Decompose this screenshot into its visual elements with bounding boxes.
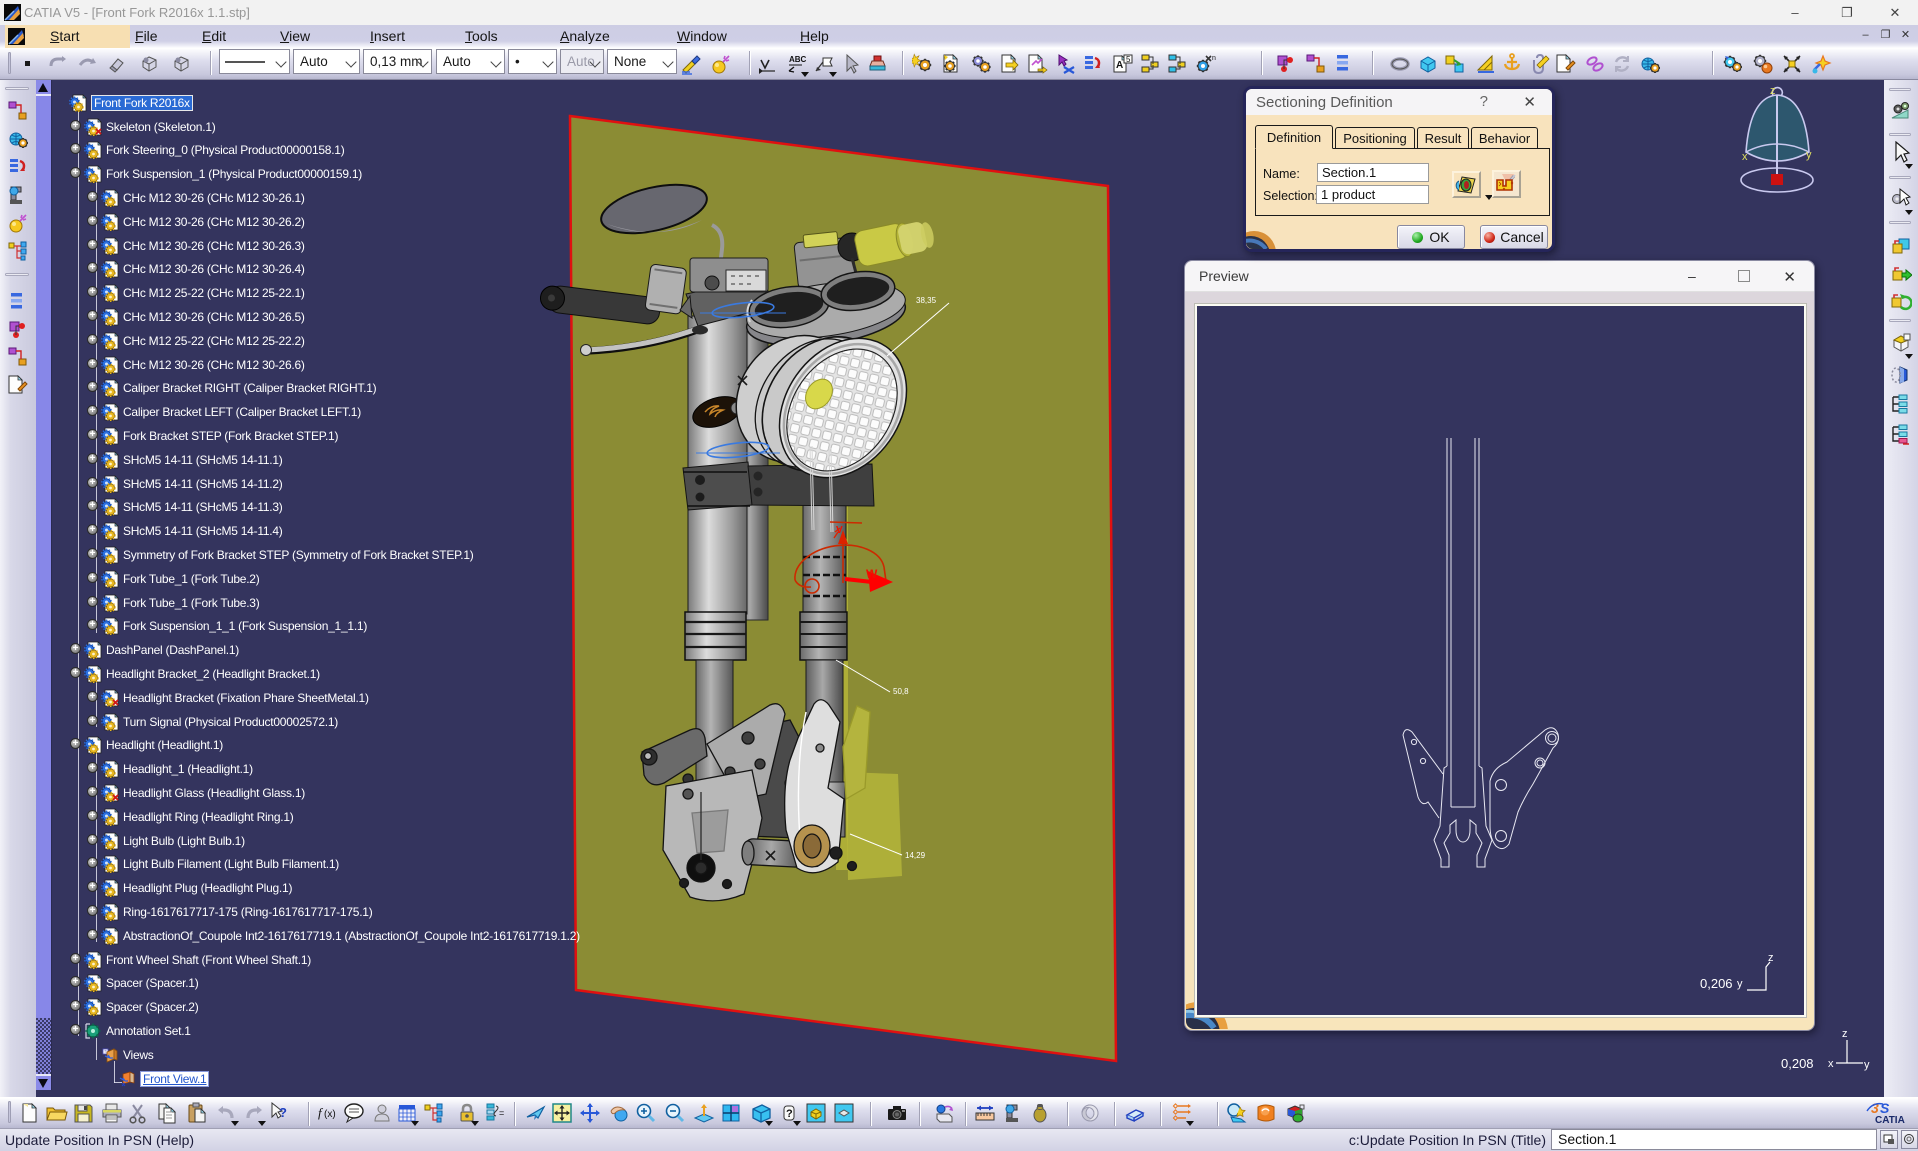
svg-text:ABC: ABC [789,55,807,64]
svg-text:S: S [1880,1100,1890,1116]
svg-text:z: z [1770,85,1776,97]
svg-text:=: = [499,1108,504,1118]
svg-text:3: 3 [1871,1100,1879,1116]
svg-text:0,206: 0,206 [1700,976,1733,991]
svg-text:?: ? [786,1108,793,1120]
svg-text:x: x [1828,1058,1834,1070]
svg-text:38,35: 38,35 [916,296,937,305]
svg-text:V: V [836,525,843,536]
svg-text:A: A [1116,60,1123,71]
svg-text:W: W [866,567,878,581]
svg-text:z: z [1768,952,1774,964]
svg-text:50,8: 50,8 [893,687,909,696]
svg-text:14,29: 14,29 [905,851,926,860]
svg-text:0,208: 0,208 [1781,1056,1814,1071]
svg-text:5: 5 [1126,55,1131,64]
svg-text:y: y [1864,1059,1870,1071]
svg-text:y: y [1737,978,1743,990]
svg-text:x: x [1742,151,1748,163]
svg-text:n: n [1212,55,1216,62]
svg-text:?: ? [279,1105,287,1120]
svg-text:z: z [1842,1028,1848,1040]
svg-text:(x): (x) [324,1109,336,1120]
svg-text:CATIA: CATIA [1875,1115,1905,1126]
svg-text:y: y [1806,149,1812,161]
